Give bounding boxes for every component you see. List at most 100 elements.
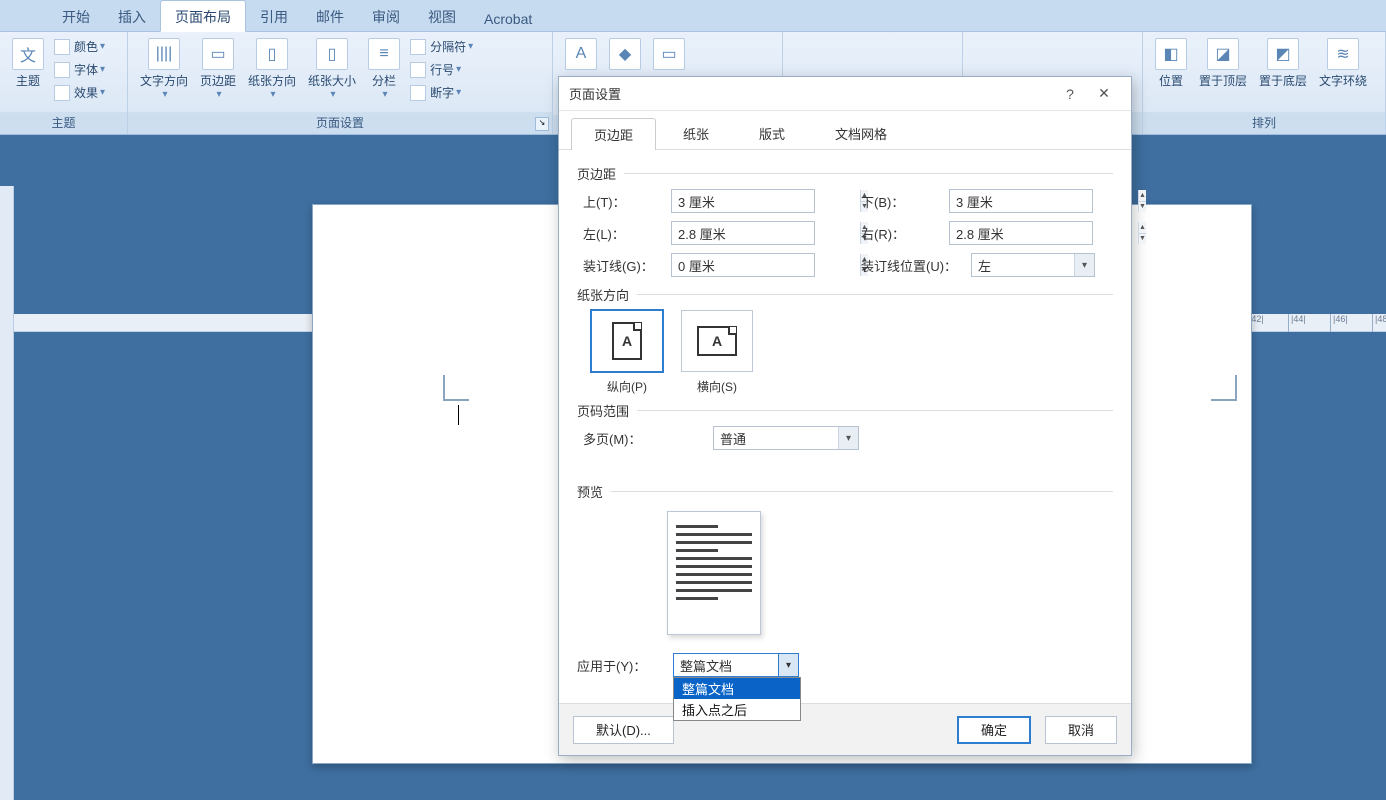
ribbon-tabbar: 开始 插入 页面布局 引用 邮件 审阅 视图 Acrobat — [0, 0, 1386, 32]
page-setup-dialog-launcher[interactable]: ↘ — [535, 117, 549, 131]
spin-down-icon[interactable]: ▼ — [1139, 202, 1146, 213]
theme-colors-button[interactable]: 颜色▾ — [50, 36, 109, 57]
section-orientation: 纸张方向 — [577, 285, 1113, 304]
apply-to-option-whole[interactable]: 整篇文档 — [674, 678, 800, 699]
apply-to-value: 整篇文档 — [674, 656, 778, 675]
dialog-tab-grid[interactable]: 文档网格 — [812, 117, 910, 149]
multi-pages-label: 多页(M)： — [583, 429, 713, 448]
group-label-themes: 主题 — [0, 112, 127, 134]
apply-to-option-after[interactable]: 插入点之后 — [674, 699, 800, 720]
watermark-icon: A — [565, 38, 597, 70]
tab-page-layout[interactable]: 页面布局 — [160, 0, 246, 32]
columns-button[interactable]: ≡分栏▾ — [362, 36, 406, 102]
text-direction-button[interactable]: ||||文字方向▾ — [134, 36, 194, 102]
page-border-icon: ▭ — [653, 38, 685, 70]
themes-button[interactable]: 文 主题 — [6, 36, 50, 91]
bring-front-button[interactable]: ◪置于顶层 — [1193, 36, 1253, 91]
chevron-down-icon: ▾ — [778, 654, 798, 676]
line-numbers-button[interactable]: 行号▾ — [406, 59, 477, 80]
section-pages: 页码范围 — [577, 401, 1113, 420]
help-button[interactable]: ? — [1053, 80, 1087, 108]
preview-thumbnail — [667, 511, 761, 635]
tab-reference[interactable]: 引用 — [246, 1, 302, 31]
size-button[interactable]: ▯纸张大小▾ — [302, 36, 362, 102]
right-margin-input[interactable] — [950, 222, 1138, 244]
themes-icon: 文 — [12, 38, 44, 70]
spin-up-icon[interactable]: ▲ — [1139, 222, 1146, 234]
spin-up-icon[interactable]: ▲ — [1139, 190, 1146, 202]
dialog-titlebar[interactable]: 页面设置 ? ✕ — [559, 77, 1131, 111]
top-margin-input[interactable] — [672, 190, 860, 212]
ribbon-group-page-setup: ||||文字方向▾ ▭页边距▾ ▯纸张方向▾ ▯纸张大小▾ ≡分栏▾ 分隔符▾ … — [128, 32, 553, 134]
app-window: 开始 插入 页面布局 引用 邮件 审阅 视图 Acrobat 文 主题 颜色▾ … — [0, 0, 1386, 800]
multi-pages-value: 普通 — [714, 429, 838, 448]
dialog-tab-margins[interactable]: 页边距 — [571, 118, 656, 150]
hyphenation-button[interactable]: 断字▾ — [406, 82, 477, 103]
send-back-button[interactable]: ◩置于底层 — [1253, 36, 1313, 91]
bottom-margin-spinner[interactable]: ▲▼ — [949, 189, 1093, 213]
default-button[interactable]: 默认(D)... — [573, 716, 674, 744]
letter-a-icon: A — [622, 333, 632, 349]
vertical-ruler[interactable] — [0, 186, 14, 800]
apply-to-dropdown: 整篇文档 插入点之后 — [673, 677, 801, 721]
page-color-icon: ◆ — [609, 38, 641, 70]
orientation-button[interactable]: ▯纸张方向▾ — [242, 36, 302, 102]
gutter-input[interactable] — [672, 254, 860, 276]
top-margin-spinner[interactable]: ▲▼ — [671, 189, 815, 213]
left-margin-input[interactable] — [672, 222, 860, 244]
chevron-down-icon: ▾ — [838, 427, 858, 449]
size-icon: ▯ — [316, 38, 348, 70]
tab-review[interactable]: 审阅 — [358, 1, 414, 31]
font-icon — [54, 62, 70, 78]
right-margin-label: 右(R)： — [861, 224, 949, 243]
tab-start[interactable]: 开始 — [48, 1, 104, 31]
dialog-tab-paper[interactable]: 纸张 — [660, 117, 732, 149]
themes-label: 主题 — [16, 72, 40, 89]
dialog-title: 页面设置 — [569, 84, 621, 103]
ruler-tick: |46| — [1330, 314, 1348, 332]
dialog-tabstrip: 页边距 纸张 版式 文档网格 — [559, 111, 1131, 150]
cancel-button[interactable]: 取消 — [1045, 716, 1117, 744]
letter-a-icon: A — [712, 333, 722, 349]
gutter-pos-value: 左 — [972, 256, 1074, 275]
right-margin-spinner[interactable]: ▲▼ — [949, 221, 1093, 245]
ribbon-group-themes: 文 主题 颜色▾ 字体▾ 效果▾ 主题 — [0, 32, 128, 134]
columns-icon: ≡ — [368, 38, 400, 70]
orientation-portrait[interactable]: A 纵向(P) — [589, 310, 665, 395]
text-wrap-button[interactable]: ≋文字环绕 — [1313, 36, 1373, 91]
spin-down-icon[interactable]: ▼ — [1139, 234, 1146, 245]
group-label-page-setup: 页面设置 — [128, 112, 552, 134]
tab-mail[interactable]: 邮件 — [302, 1, 358, 31]
wrap-icon: ≋ — [1327, 38, 1359, 70]
theme-effects-button[interactable]: 效果▾ — [50, 82, 109, 103]
breaks-button[interactable]: 分隔符▾ — [406, 36, 477, 57]
orientation-landscape[interactable]: A 横向(S) — [679, 310, 755, 395]
theme-fonts-button[interactable]: 字体▾ — [50, 59, 109, 80]
margin-guide-tl — [443, 375, 469, 401]
bottom-margin-input[interactable] — [950, 190, 1138, 212]
tab-insert[interactable]: 插入 — [104, 1, 160, 31]
orientation-icon: ▯ — [256, 38, 288, 70]
page-setup-dialog: 页面设置 ? ✕ 页边距 纸张 版式 文档网格 页边距 上(T)： ▲▼ — [558, 76, 1132, 756]
tab-acrobat[interactable]: Acrobat — [470, 5, 546, 31]
ruler-tick: |48| — [1372, 314, 1386, 332]
text-direction-icon: |||| — [148, 38, 180, 70]
bottom-margin-label: 下(B)： — [861, 192, 949, 211]
multi-pages-select[interactable]: 普通 ▾ — [713, 426, 859, 450]
apply-to-select[interactable]: 整篇文档 ▾ 整篇文档 插入点之后 — [673, 653, 799, 677]
ribbon-group-arrange: ◧位置 ◪置于顶层 ◩置于底层 ≋文字环绕 排列 — [1143, 32, 1386, 134]
section-preview: 预览 — [577, 482, 1113, 501]
gutter-pos-select[interactable]: 左 ▾ — [971, 253, 1095, 277]
gutter-spinner[interactable]: ▲▼ — [671, 253, 815, 277]
tab-view[interactable]: 视图 — [414, 1, 470, 31]
section-margins: 页边距 — [577, 164, 1113, 183]
apply-to-label: 应用于(Y)： — [577, 656, 673, 675]
ok-button[interactable]: 确定 — [957, 716, 1031, 744]
margins-icon: ▭ — [202, 38, 234, 70]
top-margin-label: 上(T)： — [583, 192, 671, 211]
position-button[interactable]: ◧位置 — [1149, 36, 1193, 91]
left-margin-spinner[interactable]: ▲▼ — [671, 221, 815, 245]
margins-button[interactable]: ▭页边距▾ — [194, 36, 242, 102]
close-button[interactable]: ✕ — [1087, 80, 1121, 108]
dialog-tab-layout[interactable]: 版式 — [736, 117, 808, 149]
